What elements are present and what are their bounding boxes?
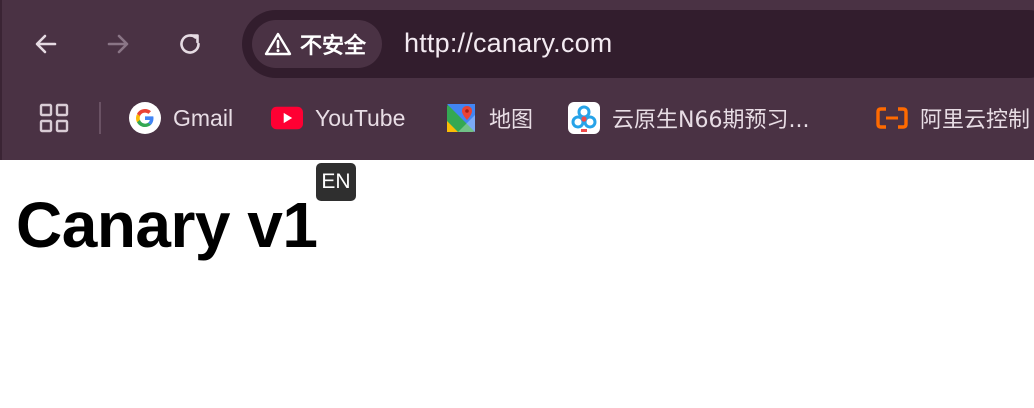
bookmark-label: 云原生N66期预习...: [612, 108, 810, 133]
warning-triangle-icon: [264, 31, 292, 57]
forward-button[interactable]: [100, 26, 136, 62]
cloud-app-icon: [568, 102, 600, 134]
page-title: Canary v1: [16, 189, 318, 261]
arrow-left-icon: [33, 31, 59, 57]
bookmark-aliyun[interactable]: 阿里云控制: [876, 100, 1030, 136]
address-bar[interactable]: 不安全 http://canary.com: [242, 10, 1034, 78]
browser-chrome: 不安全 http://canary.com Gmail YouTube 地图 云…: [0, 0, 1034, 160]
bookmark-label: 阿里云控制: [920, 108, 1031, 133]
bookmark-label: 地图: [489, 108, 534, 133]
bookmark-maps[interactable]: 地图: [445, 100, 533, 136]
youtube-icon: [271, 102, 303, 134]
arrow-right-icon: [105, 31, 131, 57]
google-maps-icon: [445, 102, 477, 134]
aliyun-icon: [876, 102, 908, 134]
google-icon: [129, 102, 161, 134]
reload-icon: [176, 30, 204, 58]
apps-grid-icon: [38, 103, 70, 138]
apps-button[interactable]: [38, 102, 70, 134]
bookmark-label: YouTube: [315, 104, 406, 131]
url-text[interactable]: http://canary.com: [404, 28, 612, 59]
bookmark-gmail[interactable]: Gmail: [129, 100, 233, 136]
bookmark-cloud-course[interactable]: 云原生N66期预习...: [568, 100, 809, 136]
back-button[interactable]: [28, 26, 64, 62]
reload-button[interactable]: [172, 26, 208, 62]
security-indicator[interactable]: 不安全: [252, 20, 383, 68]
security-label: 不安全: [300, 34, 367, 59]
browser-toolbar: 不安全 http://canary.com: [2, 0, 1034, 88]
input-method-indicator: EN: [316, 163, 356, 201]
page-content: EN Canary v1: [0, 160, 1034, 408]
bookmark-label: Gmail: [173, 104, 234, 131]
bookmarks-divider: [99, 102, 101, 134]
bookmark-youtube[interactable]: YouTube: [271, 100, 405, 136]
bookmarks-bar: Gmail YouTube 地图 云原生N66期预习... 阿里云控制: [2, 92, 1034, 144]
